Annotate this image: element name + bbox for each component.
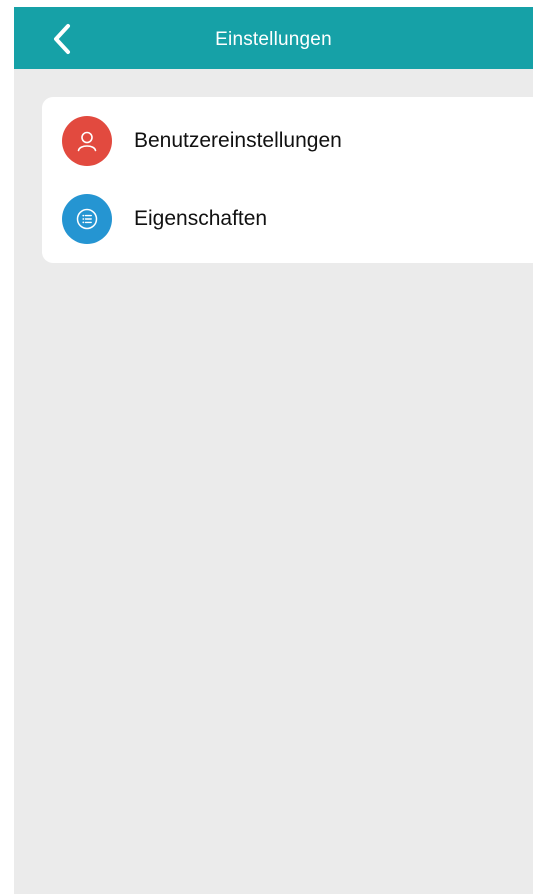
page-title: Einstellungen <box>215 29 332 50</box>
settings-item-label: Benutzereinstellungen <box>134 129 342 152</box>
chevron-left-icon <box>54 24 70 54</box>
list-icon-badge <box>62 194 112 244</box>
settings-card: Benutzereinstellungen 2 Eigenschaften 2 <box>42 97 533 263</box>
settings-screen: Einstellungen Benutzereinstellungen 2 <box>14 7 533 894</box>
settings-item-user-settings[interactable]: Benutzereinstellungen 2 <box>42 103 533 179</box>
settings-item-properties[interactable]: Eigenschaften 2 <box>42 181 533 257</box>
settings-item-label: Eigenschaften <box>134 207 268 230</box>
user-icon <box>77 131 97 152</box>
back-button[interactable] <box>44 21 80 57</box>
list-icon <box>76 208 98 230</box>
user-icon-badge <box>62 116 112 166</box>
nav-bar: Einstellungen <box>14 7 533 69</box>
